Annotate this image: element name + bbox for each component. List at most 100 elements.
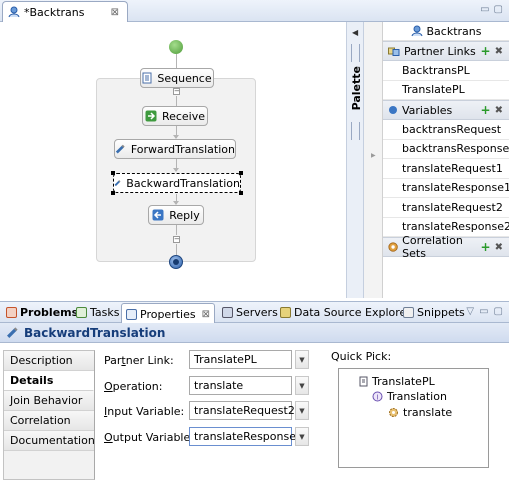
maximize-icon[interactable]: ▢ — [494, 306, 503, 317]
properties-title: BackwardTranslation — [24, 325, 166, 340]
prop-tab-join-behavior[interactable]: Join Behavior — [4, 391, 94, 411]
prop-tab-description[interactable]: Description — [4, 351, 94, 371]
end-node[interactable] — [169, 255, 183, 269]
activity-label: ForwardTranslation — [130, 142, 235, 156]
servers-icon — [222, 307, 233, 318]
variables-header[interactable]: Variables + ✖ — [383, 100, 509, 120]
properties-title-bar: BackwardTranslation — [0, 323, 509, 343]
properties-tab-list: Description Details Join Behavior Correl… — [3, 350, 95, 480]
properties-body: Description Details Join Behavior Correl… — [0, 343, 509, 483]
grip-icon[interactable] — [351, 122, 360, 140]
tree-label: Translation — [387, 390, 447, 403]
tab-label: Data Source Explorer — [294, 306, 411, 319]
chevron-down-icon[interactable]: ▼ — [295, 350, 309, 369]
chevron-down-icon[interactable]: ▼ — [295, 376, 309, 395]
invoke-icon — [7, 327, 18, 338]
selection-handle[interactable] — [111, 171, 115, 175]
tab-problems[interactable]: Problems — [2, 303, 82, 322]
activity-backward-translation[interactable]: BackwardTranslation — [113, 173, 241, 193]
problems-icon — [6, 307, 17, 318]
activity-forward-translation[interactable]: ForwardTranslation — [114, 139, 236, 159]
operation-label: Operation: — [104, 380, 163, 393]
tab-data-source-explorer[interactable]: Data Source Explorer — [276, 303, 415, 322]
connector — [176, 244, 177, 255]
delete-icon[interactable]: ✖ — [495, 46, 503, 57]
outline-title[interactable]: Backtrans — [383, 22, 509, 41]
add-icon[interactable]: + — [481, 241, 491, 253]
tree-item-operation[interactable]: translate — [388, 406, 452, 419]
prop-tab-documentation[interactable]: Documentation — [4, 431, 95, 451]
sash-arrow-icon[interactable]: ▶ — [371, 152, 376, 159]
partner-links-header[interactable]: Partner Links + ✖ — [383, 41, 509, 61]
tab-properties[interactable]: Properties ⊠ — [121, 303, 215, 324]
add-icon[interactable]: + — [481, 104, 491, 116]
start-node[interactable] — [169, 40, 183, 54]
output-variable-field[interactable]: translateResponse2 — [189, 427, 303, 446]
palette-panel[interactable]: ◀ Palette — [346, 22, 364, 298]
activity-label: Reply — [169, 208, 200, 222]
tab-label: Servers — [236, 306, 278, 319]
interface-icon: I — [372, 391, 383, 402]
quick-pick-tree[interactable]: TranslatePL I Translation translate — [338, 368, 489, 468]
outline-sash[interactable]: ▶ — [364, 22, 382, 298]
selection-handle[interactable] — [239, 191, 243, 195]
view-menu-icon[interactable]: ▽ — [466, 306, 474, 317]
chevron-down-icon[interactable]: ▼ — [295, 427, 309, 446]
properties-icon — [126, 308, 137, 320]
sequence-icon — [359, 376, 368, 387]
partner-link-field[interactable]: TranslatePL — [189, 350, 292, 369]
tab-servers[interactable]: Servers — [218, 303, 282, 322]
correlation-sets-header[interactable]: Correlation Sets + ✖ — [383, 234, 509, 260]
input-variable-field[interactable]: translateRequest2 — [189, 401, 295, 420]
collapse-icon[interactable]: − — [173, 88, 180, 95]
prop-tab-correlation[interactable]: Correlation — [4, 411, 94, 431]
tree-label: TranslatePL — [372, 375, 435, 388]
variable-icon — [389, 106, 397, 114]
close-icon[interactable]: ⊠ — [111, 7, 119, 18]
editor-tab-bar: *Backtrans ⊠ ▭ ▢ — [0, 0, 509, 22]
add-icon[interactable]: + — [481, 45, 491, 57]
editor-tab-title: *Backtrans — [24, 5, 85, 19]
editor-tab-backtrans[interactable]: *Backtrans ⊠ — [2, 1, 128, 22]
operation-field[interactable]: translate — [189, 376, 292, 395]
reply-icon — [152, 209, 164, 221]
process-canvas[interactable]: Sequence − Receive ForwardTranslation Ba… — [0, 22, 346, 298]
views-tab-bar: Problems Tasks Properties ⊠ Servers Data… — [0, 301, 509, 324]
tree-item-interface[interactable]: I Translation — [372, 390, 447, 403]
variable-item[interactable]: translateRequest1 — [383, 159, 509, 179]
chevron-down-icon[interactable]: ▼ — [295, 401, 309, 420]
activity-reply[interactable]: Reply — [148, 205, 204, 225]
close-icon[interactable]: ⊠ — [202, 309, 210, 320]
activity-sequence[interactable]: Sequence — [140, 68, 214, 88]
maximize-icon[interactable]: ▢ — [494, 4, 503, 15]
tree-item-partner-link[interactable]: TranslatePL — [359, 375, 435, 388]
partner-link-item[interactable]: TranslatePL — [383, 81, 509, 100]
process-icon — [8, 6, 20, 18]
activity-receive[interactable]: Receive — [142, 106, 208, 126]
tab-tasks[interactable]: Tasks — [72, 303, 123, 322]
outline-title-label: Backtrans — [426, 24, 482, 38]
delete-icon[interactable]: ✖ — [495, 242, 503, 253]
input-variable-label: Input Variable: — [104, 405, 185, 418]
partner-link-item[interactable]: BacktransPL — [383, 61, 509, 81]
collapse-icon[interactable]: − — [173, 236, 180, 243]
tab-snippets[interactable]: Snippets — [399, 303, 469, 322]
section-label: Variables — [402, 103, 453, 117]
minimize-icon[interactable]: ▭ — [479, 306, 488, 317]
variable-item[interactable]: backtransRequest — [383, 120, 509, 140]
variable-item[interactable]: translateRequest2 — [383, 198, 509, 218]
snippets-icon — [403, 307, 414, 318]
delete-icon[interactable]: ✖ — [495, 105, 503, 116]
collapse-left-icon[interactable]: ◀ — [352, 28, 358, 37]
activity-label: Receive — [161, 109, 206, 123]
minimize-icon[interactable]: ▭ — [480, 4, 489, 15]
selection-handle[interactable] — [111, 191, 115, 195]
prop-tab-details[interactable]: Details — [4, 371, 94, 391]
sequence-icon — [142, 72, 152, 84]
grip-icon[interactable] — [351, 44, 360, 62]
variable-item[interactable]: backtransResponse — [383, 140, 509, 159]
operation-icon — [389, 408, 398, 417]
variable-item[interactable]: translateResponse1 — [383, 179, 509, 198]
selection-handle[interactable] — [239, 171, 243, 175]
outline-tray: Backtrans Partner Links + ✖ BacktransPL … — [382, 22, 509, 298]
